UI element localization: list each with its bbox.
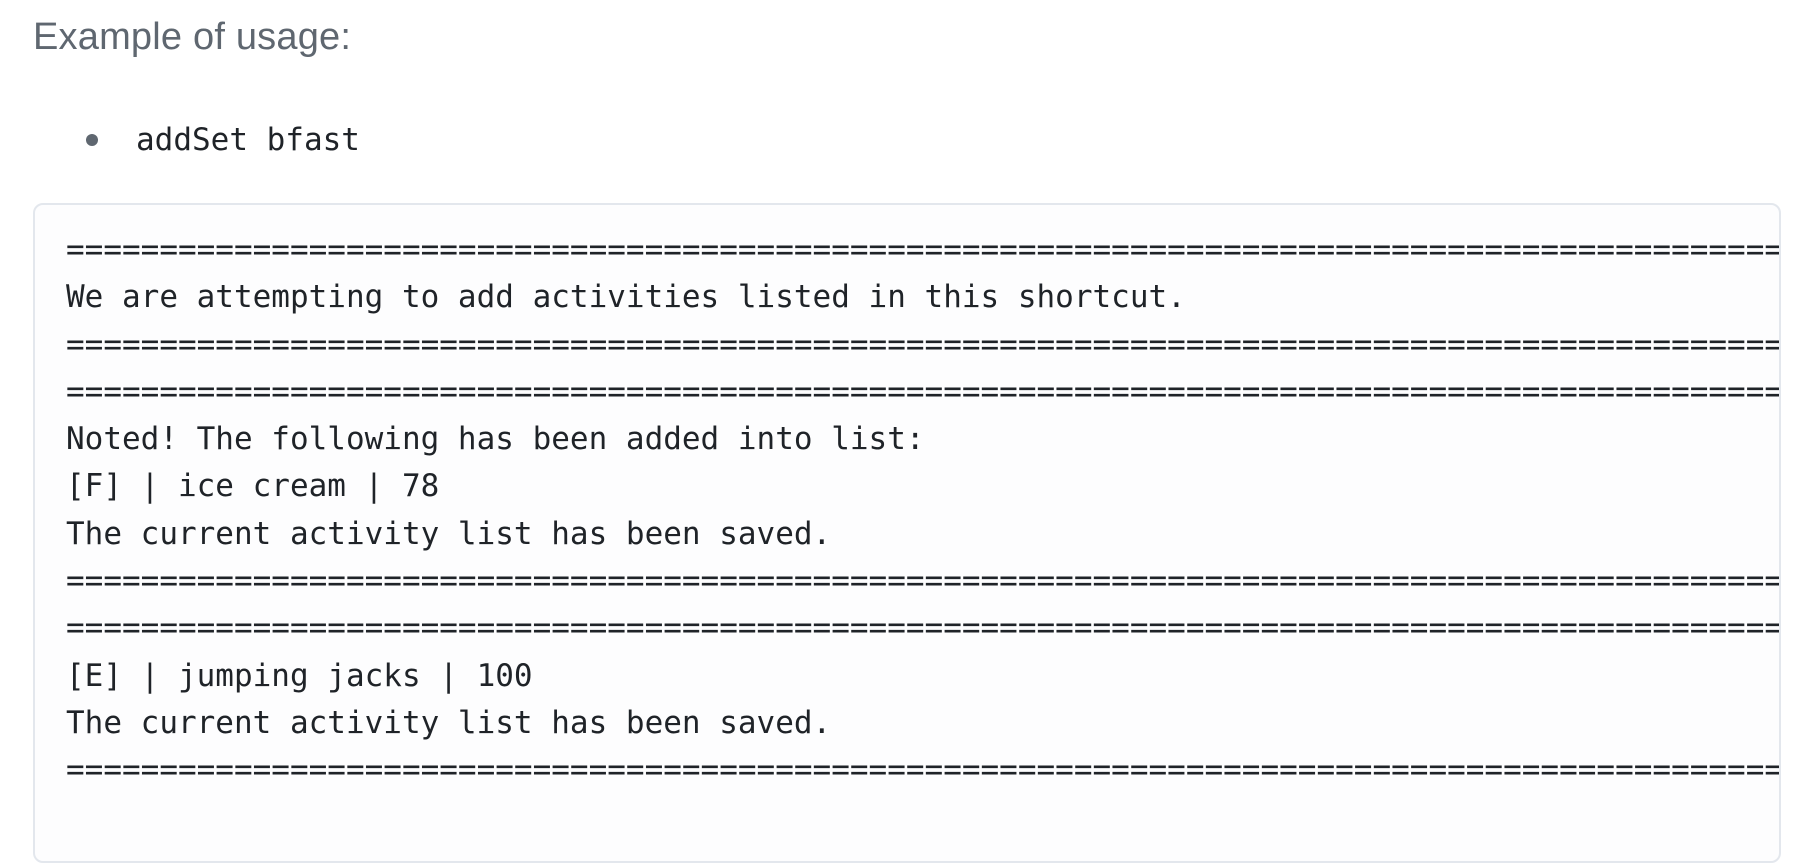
usage-command: addSet bfast bbox=[136, 122, 360, 158]
code-line: We are attempting to add activities list… bbox=[66, 279, 1186, 316]
section-heading: Example of usage: bbox=[33, 16, 352, 58]
code-line: The current activity list has been saved… bbox=[66, 515, 832, 552]
code-output: ========================================… bbox=[66, 227, 1779, 795]
separator-line: ========================================… bbox=[66, 373, 1779, 410]
separator-line: ========================================… bbox=[66, 232, 1779, 268]
separator-line: ========================================… bbox=[66, 752, 1779, 789]
code-block[interactable]: ========================================… bbox=[33, 203, 1781, 863]
separator-line: ========================================… bbox=[66, 610, 1779, 647]
separator-line: ========================================… bbox=[66, 563, 1779, 600]
separator-line: ========================================… bbox=[66, 326, 1779, 363]
documentation-page: Example of usage: addSet bfast =========… bbox=[0, 0, 1814, 863]
code-line: The current activity list has been saved… bbox=[66, 704, 832, 741]
code-line: [E] | jumping jacks | 100 bbox=[66, 657, 533, 694]
code-line: [F] | ice cream | 78 bbox=[66, 468, 440, 505]
bullet-icon bbox=[86, 134, 98, 146]
code-line: Noted! The following has been added into… bbox=[66, 421, 925, 458]
